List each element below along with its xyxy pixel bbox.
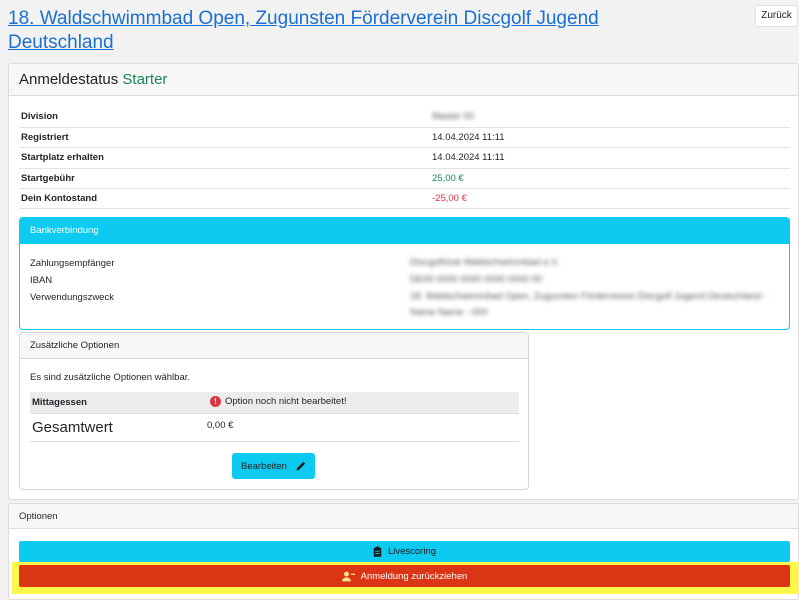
additional-options-card: Zusätzliche Optionen Es sind zusätzliche…	[19, 332, 529, 490]
table-row: Dein Kontostand -25,00 €	[19, 188, 790, 210]
status-value: Starter	[122, 71, 168, 88]
table-row: Mittagessen ! Option noch nicht bearbeit…	[30, 392, 519, 414]
registered-label: Registriert	[19, 127, 430, 149]
table-row: Division Master 50	[19, 107, 790, 128]
clipboard-icon	[373, 546, 382, 557]
iban-value: DE00 0000 0000 0000 0000 00	[410, 274, 543, 285]
withdraw-registration-button[interactable]: Anmeldung zurückziehen	[19, 565, 790, 587]
table-row: Registriert 14.04.2024 11:11	[19, 127, 790, 149]
option-status: ! Option noch nicht bearbeitet!	[210, 396, 346, 407]
division-value: Master 50	[430, 107, 790, 128]
division-label: Division	[19, 107, 430, 128]
additional-options-description: Es sind zusätzliche Optionen wählbar.	[30, 372, 191, 383]
withdraw-label: Anmeldung zurückziehen	[360, 570, 468, 582]
slot-received-value: 14.04.2024 11:11	[430, 147, 790, 169]
account-balance-value: -25,00 €	[430, 188, 790, 210]
account-balance-label: Dein Kontostand	[19, 188, 430, 210]
total-label: Gesamtwert	[32, 419, 113, 436]
status-card-header: Anmeldestatus Starter	[9, 64, 798, 96]
table-row: Gesamtwert 0,00 €	[30, 414, 519, 442]
entry-fee-label: Startgebühr	[19, 168, 430, 190]
total-value: 0,00 €	[207, 420, 234, 431]
exclamation-circle-icon: !	[210, 396, 221, 407]
iban-label: IBAN	[30, 275, 53, 286]
table-row: Startgebühr 25,00 €	[19, 168, 790, 190]
registration-info-table: Division Master 50 Registriert 14.04.202…	[19, 107, 790, 210]
back-button[interactable]: Zurück	[755, 5, 798, 27]
slot-received-label: Startplatz erhalten	[19, 147, 430, 169]
reference-value: 18. Waldschwimmbad Open, Zugunsten Förde…	[410, 291, 767, 318]
page-title[interactable]: 18. Waldschwimmbad Open, Zugunsten Förde…	[8, 7, 708, 55]
user-remove-icon	[341, 571, 355, 582]
status-heading: Anmeldestatus	[19, 71, 119, 88]
options-header: Optionen	[9, 504, 798, 529]
bank-details-card: Bankverbindung Zahlungsempfänger Discgol…	[19, 217, 790, 330]
payee-value: Discgolfclub Waldschwimmbad e.V.	[410, 257, 560, 268]
reference-label: Verwendungszweck	[30, 292, 114, 303]
bank-card-header: Bankverbindung	[20, 218, 789, 244]
livescoring-label: Livescoring	[387, 546, 437, 557]
livescoring-button[interactable]: Livescoring	[19, 541, 790, 562]
options-card: Optionen Livescoring Anmeldung zurückzie…	[8, 503, 799, 600]
registration-status-card: Anmeldestatus Starter Division Master 50…	[8, 63, 799, 500]
registered-value: 14.04.2024 11:11	[430, 127, 790, 149]
pencil-icon	[295, 461, 306, 472]
edit-button-label: Bearbeiten	[241, 460, 287, 472]
option-status-text: Option noch nicht bearbeitet!	[225, 396, 347, 407]
option-name: Mittagessen	[32, 397, 87, 408]
additional-options-header: Zusätzliche Optionen	[20, 333, 528, 359]
payee-label: Zahlungsempfänger	[30, 258, 115, 269]
entry-fee-value: 25,00 €	[430, 168, 790, 190]
edit-options-button[interactable]: Bearbeiten	[232, 453, 315, 479]
table-row: Startplatz erhalten 14.04.2024 11:11	[19, 147, 790, 169]
